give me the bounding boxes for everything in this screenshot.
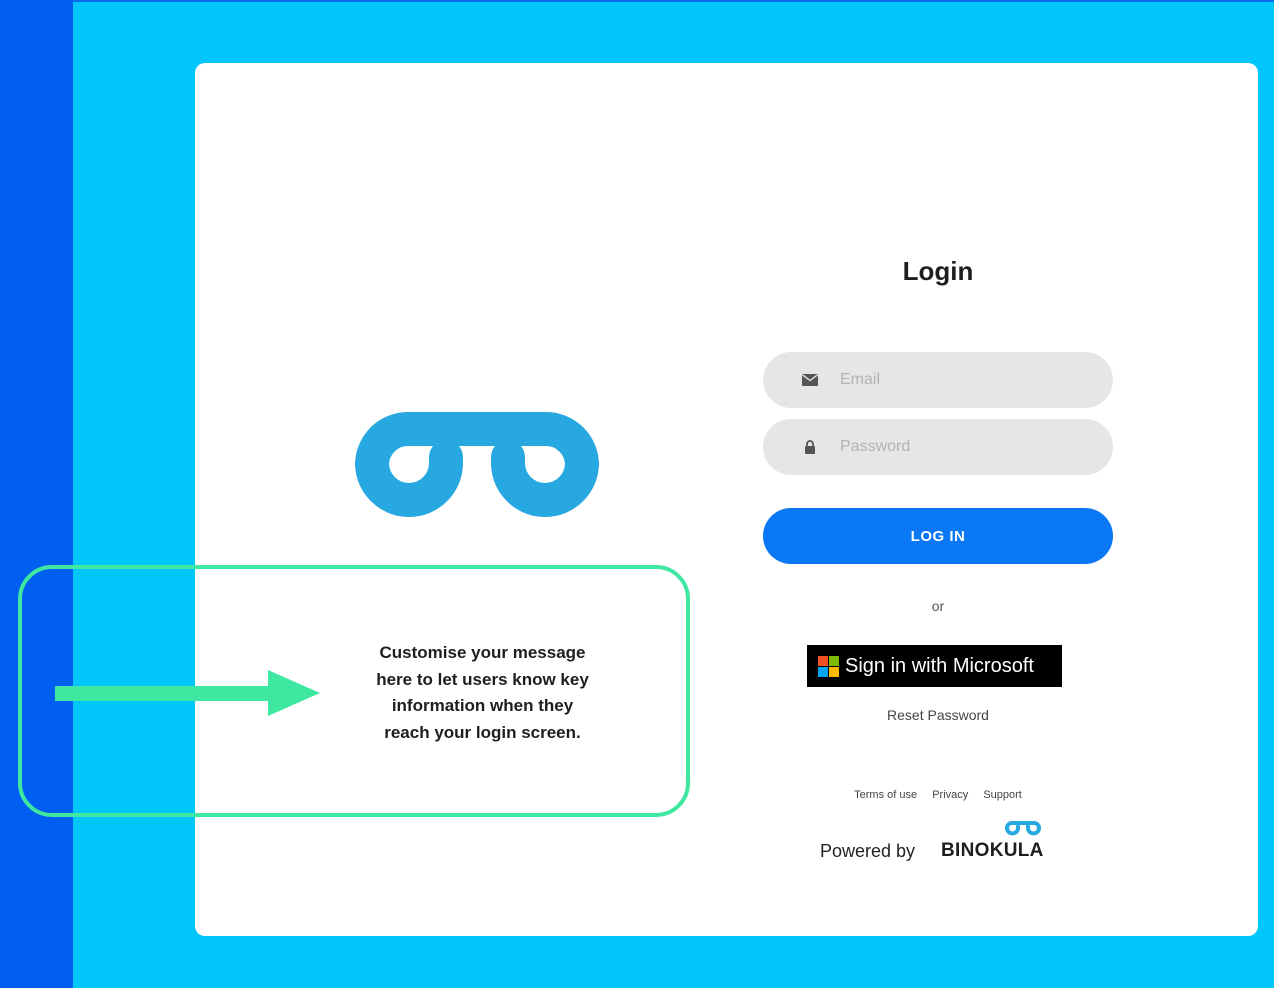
email-field[interactable] [763, 352, 1113, 408]
terms-of-use-link[interactable]: Terms of use [854, 789, 917, 801]
privacy-link[interactable]: Privacy [932, 789, 968, 801]
sign-in-with-microsoft-button[interactable]: Sign in with Microsoft [807, 645, 1062, 687]
left-accent-strip [0, 0, 73, 988]
login-title: Login [902, 256, 974, 286]
brand-name: BINOKULA [941, 840, 1044, 861]
email-input[interactable] [838, 370, 1082, 390]
powered-by-text: Powered by [820, 841, 916, 861]
envelope-icon [801, 373, 819, 387]
or-divider-text: or [931, 598, 945, 614]
message-line: Customise your message [379, 643, 586, 662]
top-accent-strip [73, 0, 1274, 2]
message-line: information when they [391, 696, 574, 715]
login-button[interactable]: LOG IN [763, 508, 1113, 564]
microsoft-button-label: Sign in with Microsoft [845, 654, 1034, 677]
microsoft-logo-icon [818, 655, 839, 677]
lock-icon [801, 440, 819, 454]
password-input[interactable] [838, 437, 1082, 457]
support-link[interactable]: Support [983, 789, 1022, 801]
message-line: reach your login screen. [384, 722, 581, 742]
binokula-small-logo-icon [1005, 821, 1041, 836]
footer-links: Terms of use Privacy Support [763, 789, 1113, 801]
password-field[interactable] [763, 419, 1113, 475]
custom-message: Customise your message here to let users… [340, 640, 625, 746]
reset-password-link[interactable]: Reset Password [763, 707, 1113, 723]
binokula-logo-icon [355, 412, 599, 517]
arrow-right-icon [55, 670, 320, 716]
message-line: here to let users know key [376, 669, 589, 689]
